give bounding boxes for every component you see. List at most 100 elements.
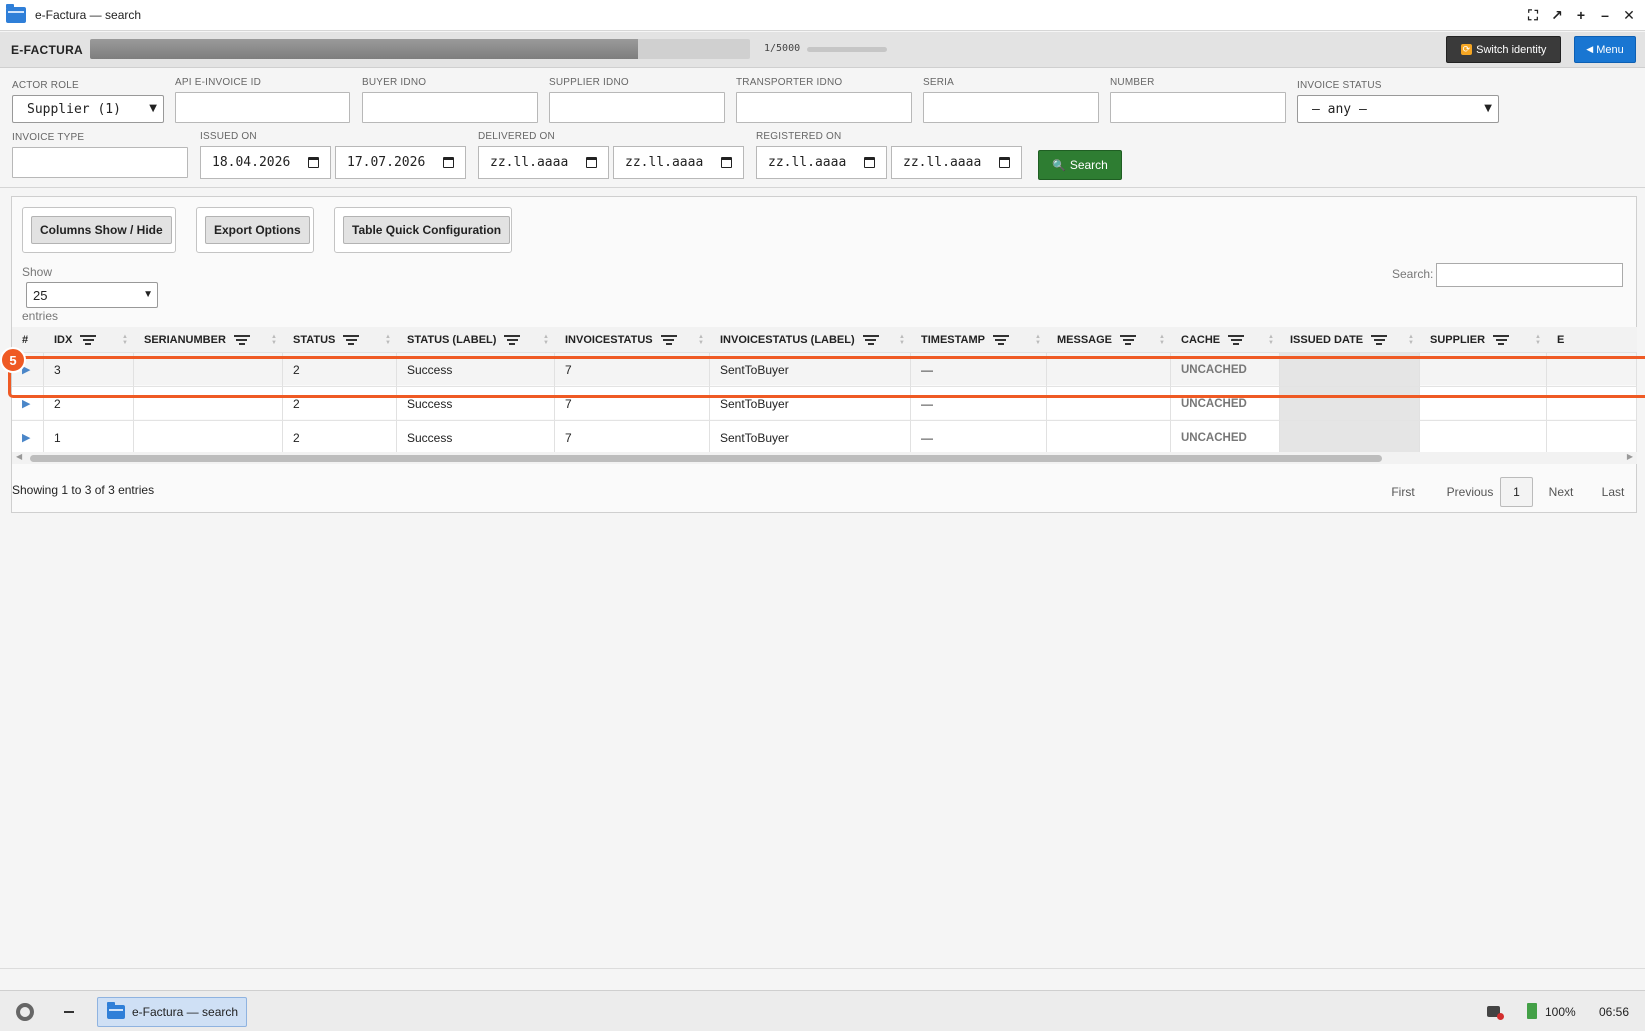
restore-icon[interactable]: ↗ <box>1549 6 1565 24</box>
minimize-icon[interactable]: – <box>1597 6 1613 24</box>
delivered-to-date[interactable]: zz.ll.aaaa <box>613 146 744 179</box>
sort-icon[interactable]: ▲ ▼ <box>1408 334 1414 346</box>
export-options-button[interactable]: Export Options <box>205 216 310 244</box>
taskbar-item-efactura[interactable]: e-Factura — search <box>97 997 247 1027</box>
close-icon[interactable]: ✕ <box>1621 6 1637 24</box>
battery-icon[interactable] <box>1527 1003 1537 1019</box>
switch-identity-button[interactable]: ⟳ Switch identity <box>1446 36 1561 63</box>
cell-empty <box>1547 421 1637 454</box>
sort-icon[interactable]: ▲ ▼ <box>543 334 549 346</box>
calendar-icon[interactable] <box>864 157 875 168</box>
table-row[interactable]: ▶ 1 2 Success 7 SentToBuyer — UNCACHED <box>12 420 1637 454</box>
column-header[interactable]: TIMESTAMP ▲ ▼ <box>911 327 1047 352</box>
supplier-idno-input[interactable] <box>549 92 725 123</box>
column-header[interactable]: SUPPLIER ▲ ▼ <box>1420 327 1547 352</box>
column-header[interactable]: IDX ▲ ▼ <box>44 327 134 352</box>
delivered-on-field: DELIVERED ON zz.ll.aaaa zz.ll.aaaa <box>478 131 744 179</box>
network-icon[interactable] <box>1487 1006 1504 1020</box>
pager-previous[interactable]: Previous <box>1436 477 1504 507</box>
table-quick-config-button[interactable]: Table Quick Configuration <box>343 216 511 244</box>
table-row[interactable]: ▶ 2 2 Success 7 SentToBuyer — UNCACHED <box>12 386 1637 420</box>
scrollbar-thumb[interactable] <box>30 455 1382 462</box>
maximize-icon[interactable]: + <box>1573 6 1589 24</box>
scroll-left-icon[interactable]: ◀ <box>16 452 22 461</box>
calendar-icon[interactable] <box>999 157 1010 168</box>
filter-icon[interactable] <box>862 333 879 347</box>
cell-status-label: Success <box>397 387 555 420</box>
column-header[interactable]: INVOICESTATUS ▲ ▼ <box>555 327 710 352</box>
columns-show-hide-button[interactable]: Columns Show / Hide <box>31 216 172 244</box>
column-header[interactable]: STATUS ▲ ▼ <box>283 327 397 352</box>
actor-role-field: ACTOR ROLE Supplier (1) ▼ <box>12 80 164 123</box>
column-header[interactable]: ISSUED DATE ▲ ▼ <box>1280 327 1420 352</box>
sort-icon[interactable]: ▲ ▼ <box>698 334 704 346</box>
sort-icon[interactable]: ▲ ▼ <box>1159 334 1165 346</box>
cell-empty <box>1420 387 1547 420</box>
expand-row-icon[interactable]: ▶ <box>12 387 44 420</box>
cell-serianumber <box>134 421 283 454</box>
filter-icon[interactable] <box>1493 333 1510 347</box>
table-info: Showing 1 to 3 of 3 entries <box>12 483 155 497</box>
actor-role-select[interactable]: Supplier (1) ▼ <box>12 95 164 123</box>
sort-icon[interactable]: ▲ ▼ <box>1268 334 1274 346</box>
calendar-icon[interactable] <box>721 157 732 168</box>
page-size-select[interactable]: 25 ▼ <box>26 282 158 308</box>
column-header[interactable]: INVOICESTATUS (LABEL) ▲ ▼ <box>710 327 911 352</box>
sort-icon[interactable]: ▲ ▼ <box>385 334 391 346</box>
number-input[interactable] <box>1110 92 1286 123</box>
column-header[interactable]: SERIANUMBER ▲ ▼ <box>134 327 283 352</box>
transporter-idno-input[interactable] <box>736 92 912 123</box>
sort-icon[interactable]: ▲ ▼ <box>899 334 905 346</box>
delivered-from-date[interactable]: zz.ll.aaaa <box>478 146 609 179</box>
pager-current[interactable]: 1 <box>1500 477 1533 507</box>
minimize-all-icon[interactable] <box>64 1011 74 1013</box>
pager-last[interactable]: Last <box>1590 477 1636 507</box>
fullscreen-icon[interactable]: ⛶ <box>1525 6 1541 24</box>
column-header[interactable]: MESSAGE ▲ ▼ <box>1047 327 1171 352</box>
horizontal-scrollbar[interactable]: ◀ ▶ <box>12 452 1637 464</box>
search-button[interactable]: 🔍 Search <box>1038 150 1122 180</box>
registered-to-date[interactable]: zz.ll.aaaa <box>891 146 1022 179</box>
registered-from-date[interactable]: zz.ll.aaaa <box>756 146 887 179</box>
cell-idx: 3 <box>44 353 134 386</box>
sort-icon[interactable]: ▲ ▼ <box>271 334 277 346</box>
filter-icon[interactable] <box>660 333 677 347</box>
column-header[interactable]: STATUS (LABEL) ▲ ▼ <box>397 327 555 352</box>
calendar-icon[interactable] <box>308 157 319 168</box>
seria-input[interactable] <box>923 92 1099 123</box>
pager-next[interactable]: Next <box>1536 477 1586 507</box>
table-row[interactable]: ▶ 3 2 Success 7 SentToBuyer — UNCACHED <box>12 352 1637 386</box>
invoice-status-select[interactable]: — any — ▼ <box>1297 95 1499 123</box>
cell-invoicestatus: 7 <box>555 387 710 420</box>
status-divider <box>0 968 1645 969</box>
issued-from-date[interactable]: 18.04.2026 <box>200 146 331 179</box>
calendar-icon[interactable] <box>443 157 454 168</box>
column-header[interactable]: E <box>1547 327 1637 352</box>
buyer-idno-input[interactable] <box>362 92 538 123</box>
issued-to-date[interactable]: 17.07.2026 <box>335 146 466 179</box>
filter-icon[interactable] <box>343 333 360 347</box>
filter-icon[interactable] <box>80 333 97 347</box>
folder-icon <box>6 4 26 23</box>
filter-icon[interactable] <box>504 333 521 347</box>
expand-row-icon[interactable]: ▶ <box>12 421 44 454</box>
table-search-input[interactable] <box>1436 263 1623 287</box>
menu-button[interactable]: ◀ Menu <box>1574 36 1636 63</box>
filter-icon[interactable] <box>992 333 1009 347</box>
filter-icon[interactable] <box>1120 333 1137 347</box>
filter-icon[interactable] <box>233 333 250 347</box>
sort-icon[interactable]: ▲ ▼ <box>1035 334 1041 346</box>
filter-icon[interactable] <box>1371 333 1388 347</box>
invoice-status-field: INVOICE STATUS — any — ▼ <box>1297 80 1499 123</box>
sort-icon[interactable]: ▲ ▼ <box>122 334 128 346</box>
sort-icon[interactable]: ▲ ▼ <box>1535 334 1541 346</box>
scroll-right-icon[interactable]: ▶ <box>1627 452 1633 461</box>
column-header[interactable]: CACHE ▲ ▼ <box>1171 327 1280 352</box>
pager-first[interactable]: First <box>1378 477 1428 507</box>
gear-icon[interactable] <box>16 1003 34 1021</box>
calendar-icon[interactable] <box>586 157 597 168</box>
filter-icon[interactable] <box>1228 333 1245 347</box>
chevron-down-icon: ▼ <box>143 289 153 300</box>
api-invoice-id-input[interactable] <box>175 92 350 123</box>
invoice-type-input[interactable] <box>12 147 188 178</box>
